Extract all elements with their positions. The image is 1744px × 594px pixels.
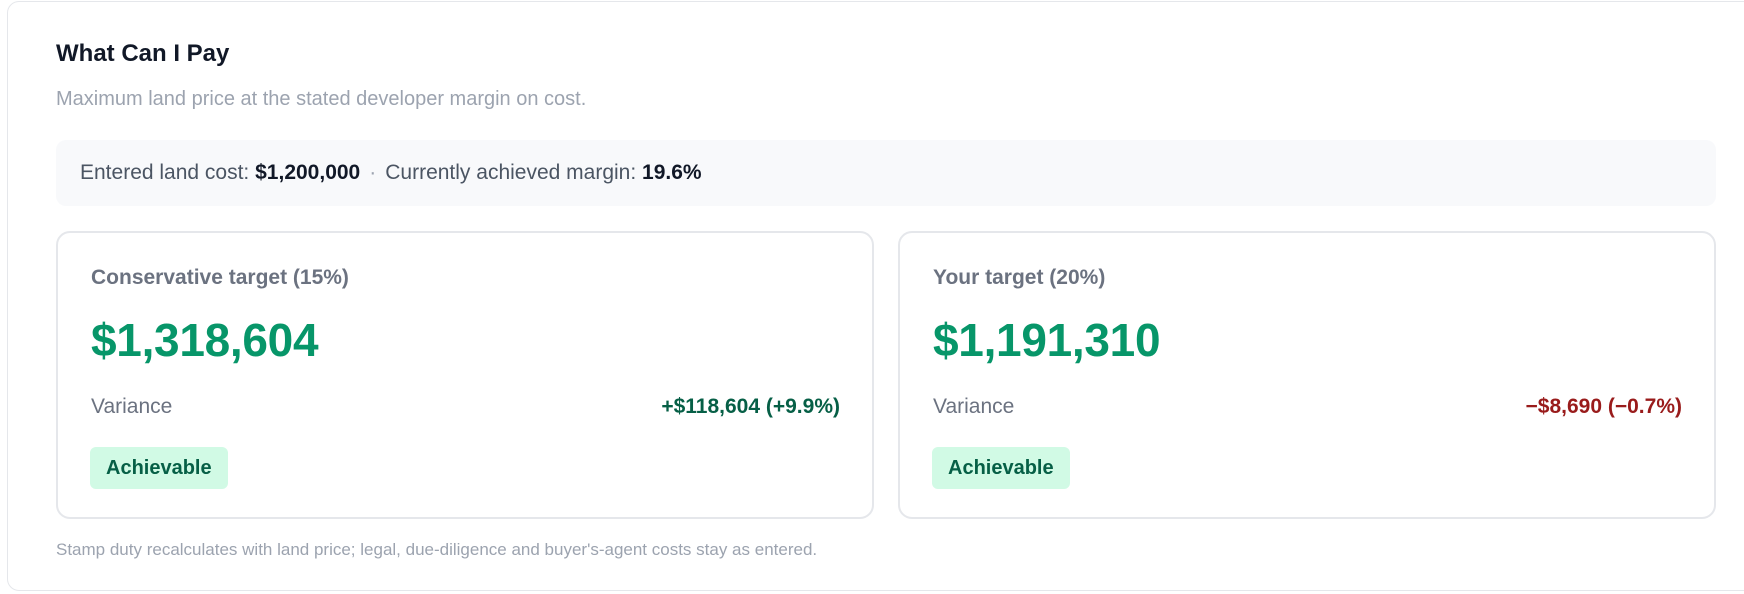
variance-label: Variance <box>91 395 173 418</box>
status-badge: Achievable <box>932 447 1070 489</box>
variance-value: −$8,690 (−0.7%) <box>1525 395 1682 418</box>
panel-subtitle: Maximum land price at the stated develop… <box>56 88 587 110</box>
margin-label: Currently achieved margin: <box>385 161 637 184</box>
variance-value: +$118,604 (+9.9%) <box>661 395 840 418</box>
variance-label: Variance <box>933 395 1015 418</box>
footnote: Stamp duty recalculates with land price;… <box>56 540 818 559</box>
margin-value: 19.6% <box>642 161 702 184</box>
card-title: Your target (20%) <box>933 266 1106 289</box>
conservative-target-card: Conservative target (15%) $1,318,604 Var… <box>56 231 874 519</box>
summary-bar: Entered land cost: $1,200,000 · Currently … <box>56 140 1716 206</box>
max-land-price: $1,191,310 <box>933 314 1161 366</box>
status-badge: Achievable <box>90 447 228 489</box>
land-cost-value: $1,200,000 <box>255 161 361 184</box>
summary-separator: · <box>369 161 377 184</box>
land-cost-label: Entered land cost: <box>80 161 250 184</box>
what-can-i-pay-panel: What Can I Pay Maximum land price at the… <box>7 1 1744 591</box>
card-title: Conservative target (15%) <box>91 266 349 289</box>
max-land-price: $1,318,604 <box>91 314 319 366</box>
your-target-card: Your target (20%) $1,191,310 Variance −$… <box>898 231 1716 519</box>
panel-title: What Can I Pay <box>56 40 230 67</box>
